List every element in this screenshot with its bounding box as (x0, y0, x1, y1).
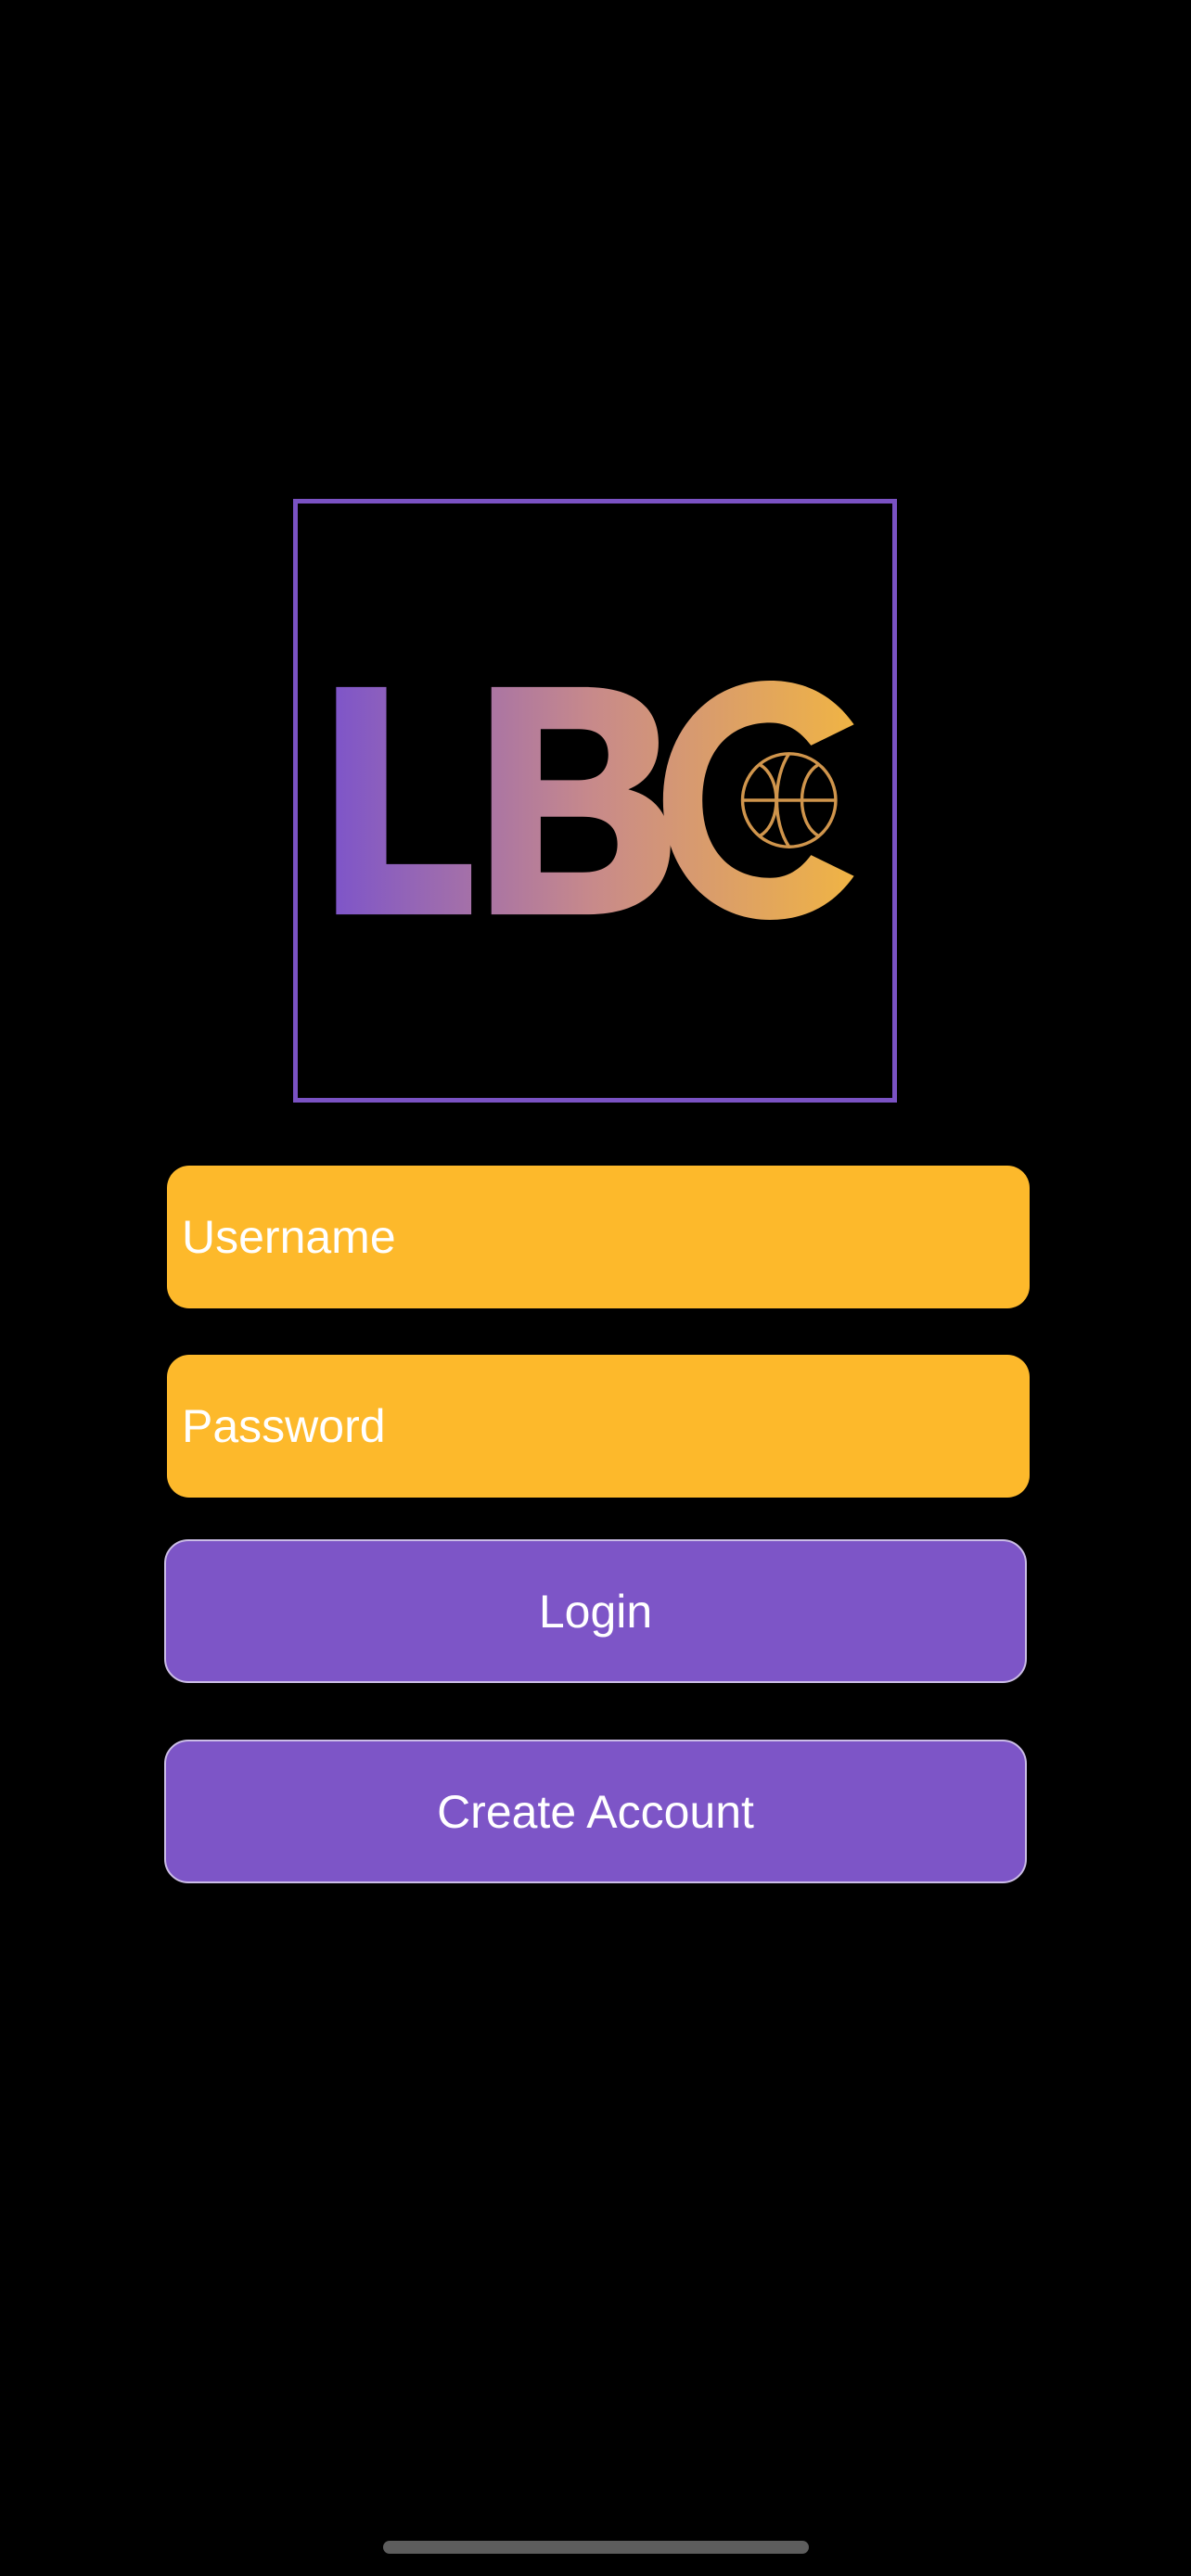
login-button[interactable]: Login (164, 1539, 1027, 1683)
logo-letter-l (336, 686, 472, 915)
create-account-button[interactable]: Create Account (164, 1740, 1027, 1883)
password-field[interactable] (167, 1355, 1030, 1498)
lbc-logo-graphic (336, 681, 854, 920)
home-indicator[interactable] (383, 2541, 809, 2554)
login-button-label: Login (538, 1585, 653, 1638)
username-field[interactable] (167, 1166, 1030, 1308)
create-account-button-label: Create Account (437, 1785, 754, 1838)
logo-letter-b (491, 686, 671, 915)
basketball-icon (740, 752, 838, 848)
app-logo (293, 499, 897, 1103)
